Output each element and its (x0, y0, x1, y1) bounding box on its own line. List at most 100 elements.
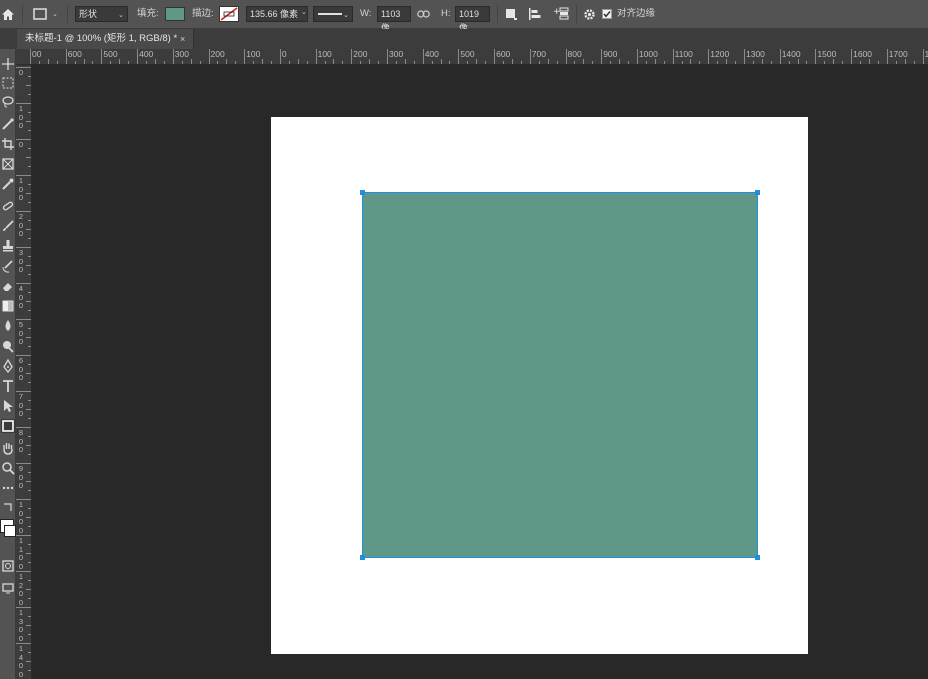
ruler-major-tick (708, 49, 710, 64)
rectangle-tool-icon[interactable] (1, 419, 15, 433)
selection-handle-bottom-left[interactable] (360, 555, 365, 560)
ruler-minor-tick (806, 61, 808, 64)
healing-brush-tool-icon[interactable] (1, 199, 15, 213)
ruler-label: 18 (925, 49, 928, 60)
ruler-minor-tick (28, 634, 31, 635)
ruler-minor-tick (28, 382, 31, 383)
ruler-minor-tick (26, 193, 31, 194)
ruler-minor-tick (28, 400, 31, 401)
ruler-minor-tick (860, 61, 862, 64)
brush-tool-icon[interactable] (1, 219, 15, 233)
swap-colors-icon[interactable] (1, 501, 15, 515)
ruler-label: 100 (18, 104, 24, 130)
document-tab[interactable]: 未标题-1 @ 100% (矩形 1, RGB/8) * × (17, 29, 194, 49)
home-icon[interactable] (0, 0, 16, 28)
ruler-minor-tick (895, 61, 897, 64)
ruler-label: 600 (18, 356, 24, 382)
fill-color-swatch[interactable] (165, 7, 185, 21)
ruler-minor-tick (199, 61, 201, 64)
blur-tool-icon[interactable] (1, 319, 15, 333)
ruler-major-tick (458, 49, 460, 64)
stroke-width-field[interactable]: 135.66 像素 (246, 6, 308, 22)
history-brush-tool-icon[interactable] (1, 259, 15, 273)
ruler-minor-tick (449, 61, 451, 64)
selection-handle-top-right[interactable] (755, 190, 760, 195)
pen-tool-icon[interactable] (1, 358, 15, 374)
separator (576, 5, 577, 23)
crop-tool-icon[interactable] (1, 137, 15, 151)
ruler-minor-tick (26, 481, 31, 482)
ruler-minor-tick (556, 61, 558, 64)
ruler-major-tick (172, 49, 174, 64)
dodge-tool-icon[interactable] (1, 339, 15, 353)
ruler-label: 100 (18, 176, 24, 202)
zoom-tool-icon[interactable] (1, 461, 15, 475)
screen-mode-icon[interactable] (1, 581, 15, 595)
quick-selection-tool-icon[interactable] (1, 117, 15, 131)
ruler-label: 0 (281, 49, 287, 59)
height-field[interactable]: 1019 像 (455, 6, 490, 33)
stroke-type-select[interactable]: ⌄ (313, 6, 353, 22)
path-alignment-icon[interactable] (528, 0, 542, 28)
gradient-tool-icon[interactable] (1, 299, 15, 313)
gear-icon[interactable] (583, 0, 596, 28)
selection-handle-bottom-right[interactable] (755, 555, 760, 560)
ruler-minor-tick (28, 472, 31, 473)
tool-preset-picker[interactable]: ⌄ (33, 0, 58, 28)
path-selection-tool-icon[interactable] (1, 399, 15, 413)
ruler-minor-tick (726, 59, 728, 64)
ruler-label: 200 (353, 49, 368, 59)
close-icon[interactable]: × (180, 29, 185, 49)
ruler-minor-tick (378, 61, 380, 64)
frame-tool-icon[interactable] (1, 157, 15, 171)
ruler-minor-tick (761, 59, 763, 64)
ruler-label: 800 (567, 49, 582, 59)
more-tools-icon[interactable] (1, 481, 15, 495)
clone-stamp-tool-icon[interactable] (1, 239, 15, 253)
background-color-swatch[interactable] (4, 525, 16, 537)
ruler-minor-tick (699, 61, 701, 64)
eyedropper-tool-icon[interactable] (1, 177, 15, 191)
chevron-down-icon[interactable]: ⌄ (301, 8, 307, 16)
eraser-tool-icon[interactable] (1, 279, 15, 293)
ruler-minor-tick (538, 61, 540, 64)
ruler-minor-tick (92, 61, 94, 64)
no-stroke-icon (220, 7, 238, 21)
stroke-width-value: 135.66 像素 (250, 9, 299, 19)
chevron-down-icon: ⌄ (118, 12, 124, 19)
lasso-tool-icon[interactable] (1, 95, 15, 109)
align-edges-checkbox[interactable] (602, 0, 612, 28)
link-icon[interactable] (417, 0, 430, 28)
ruler-minor-tick (868, 59, 870, 64)
move-tool-icon[interactable] (1, 57, 15, 71)
type-tool-icon[interactable] (1, 379, 15, 393)
quick-mask-icon[interactable] (1, 559, 15, 573)
selection-handle-top-left[interactable] (360, 190, 365, 195)
ruler-minor-tick (28, 364, 31, 365)
tool-mode-select[interactable]: 形状 ⌄ (75, 6, 128, 22)
ruler-minor-tick (47, 59, 49, 64)
ruler-label: 900 (18, 464, 24, 490)
path-operations-icon[interactable] (504, 0, 518, 28)
ruler-minor-tick (413, 61, 415, 64)
ruler-minor-tick (360, 61, 362, 64)
ruler-minor-tick (681, 61, 683, 64)
rectangle-shape[interactable] (362, 192, 758, 558)
ruler-minor-tick (28, 670, 31, 671)
hand-tool-icon[interactable] (1, 441, 15, 455)
marquee-tool-icon[interactable] (1, 76, 15, 90)
ruler-minor-tick (253, 61, 255, 64)
path-arrangement-icon[interactable]: + (553, 0, 571, 28)
ruler-major-tick (351, 49, 353, 64)
ruler-minor-tick (28, 418, 31, 419)
ruler-label: 0 (18, 140, 24, 149)
ruler-label: 600 (496, 49, 511, 59)
ruler-minor-tick (28, 562, 31, 563)
ruler-minor-tick (369, 59, 371, 64)
ruler-minor-tick (28, 598, 31, 599)
stroke-color-swatch[interactable] (219, 6, 239, 22)
ruler-label: 400 (18, 284, 24, 310)
ruler-minor-tick (28, 454, 31, 455)
ruler-major-tick (208, 49, 210, 64)
width-field[interactable]: 1103 像 (377, 6, 411, 33)
